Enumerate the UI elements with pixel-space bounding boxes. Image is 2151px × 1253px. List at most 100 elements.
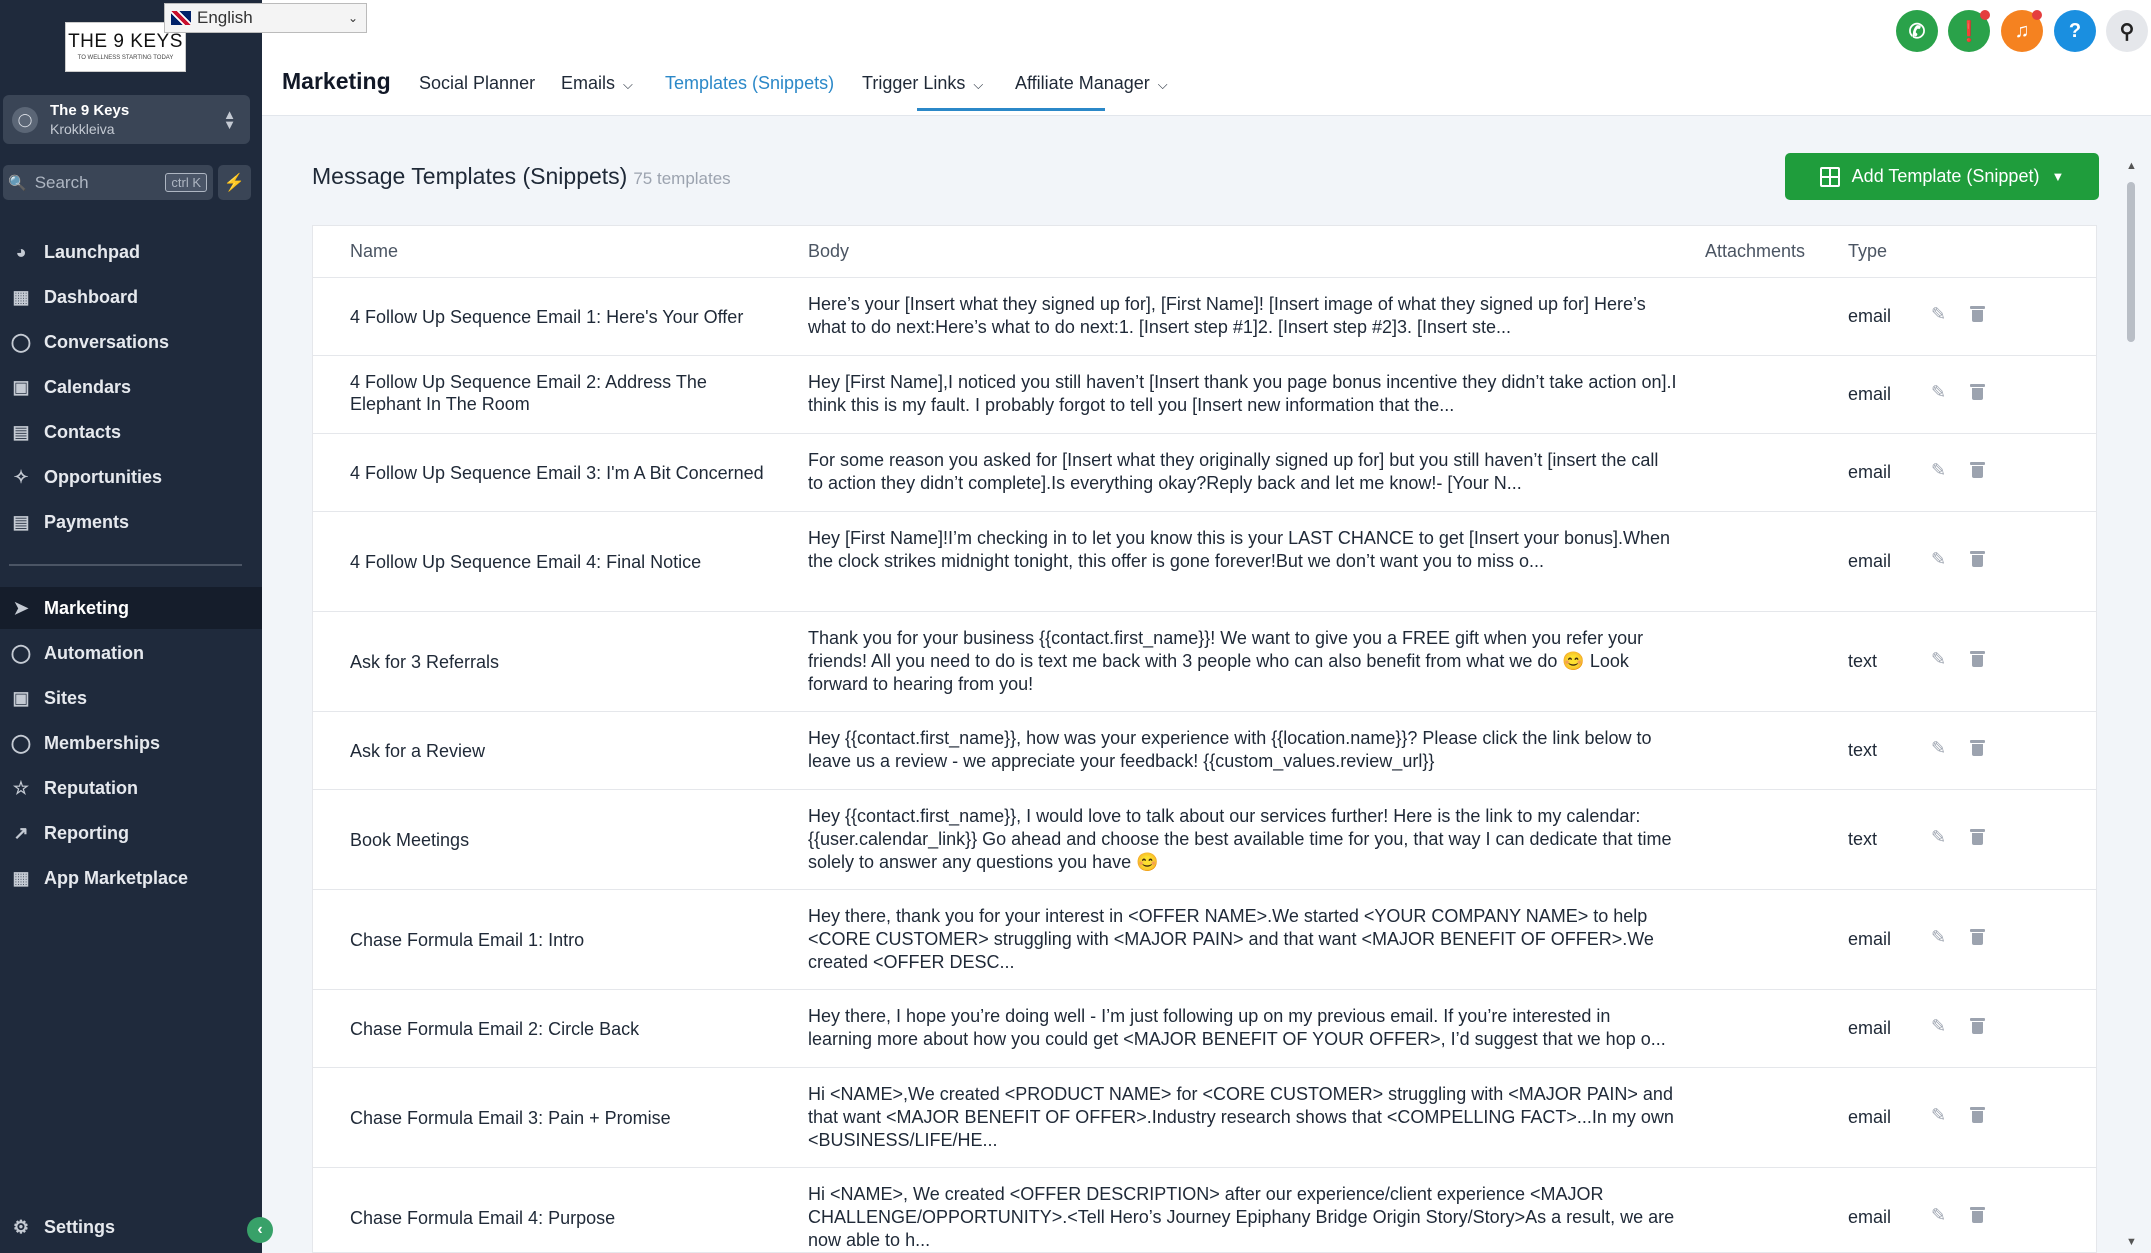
nav-reporting[interactable]: ↗ Reporting [0, 812, 262, 854]
notification-dot [1980, 10, 1990, 20]
table-row[interactable]: Chase Formula Email 2: Circle Back Hey t… [313, 990, 2096, 1068]
edit-icon[interactable]: ✎ [1931, 382, 1946, 403]
nav-marketing[interactable]: ➤ Marketing [0, 587, 262, 629]
chevron-down-icon: ⌄ [347, 11, 358, 25]
nav-label: Marketing [44, 597, 130, 618]
search-box[interactable]: 🔍 Search ctrl K [3, 165, 213, 200]
vertical-scrollbar[interactable]: ▲ ▼ [2124, 160, 2138, 1253]
trash-icon[interactable] [1970, 462, 1985, 478]
trash-icon[interactable] [1970, 1207, 1985, 1223]
template-type: email [1848, 462, 1892, 482]
table-row[interactable]: 4 Follow Up Sequence Email 3: I'm A Bit … [313, 434, 2096, 512]
template-body: Here’s your [Insert what they signed up … [808, 294, 1646, 337]
template-name[interactable]: Chase Formula Email 1: Intro [350, 929, 780, 951]
help-icon[interactable]: ? [2054, 10, 2096, 52]
tab-social-planner[interactable]: Social Planner [419, 73, 535, 94]
nav-label: Contacts [44, 421, 122, 442]
nav-calendars[interactable]: ▣ Calendars [0, 366, 262, 408]
nav-label: Conversations [44, 331, 170, 352]
scrollbar-thumb[interactable] [2127, 182, 2135, 342]
nav-reputation[interactable]: ☆ Reputation [0, 767, 262, 809]
phone-icon[interactable]: ✆ [1896, 10, 1938, 52]
trash-icon[interactable] [1970, 929, 1985, 945]
nav-dashboard[interactable]: ▦ Dashboard [0, 276, 262, 318]
table-row[interactable]: 4 Follow Up Sequence Email 1: Here's You… [313, 278, 2096, 356]
scroll-down-arrow-icon[interactable]: ▼ [2126, 1236, 2137, 1248]
edit-icon[interactable]: ✎ [1931, 304, 1946, 325]
trash-icon[interactable] [1970, 740, 1985, 756]
trash-icon[interactable] [1970, 651, 1985, 667]
table-row[interactable]: Chase Formula Email 1: Intro Hey there, … [313, 890, 2096, 990]
nav-payments[interactable]: ▤ Payments [0, 501, 262, 543]
language-select[interactable]: English ⌄ [164, 3, 367, 33]
template-body: Hi <NAME>, We created <OFFER DESCRIPTION… [808, 1184, 1675, 1250]
edit-icon[interactable]: ✎ [1931, 1105, 1946, 1126]
template-name[interactable]: 4 Follow Up Sequence Email 2: Address Th… [350, 371, 780, 415]
nav-automation[interactable]: ◯ Automation [0, 632, 262, 674]
column-header-name[interactable]: Name [350, 241, 398, 262]
add-template-button[interactable]: Add Template (Snippet) ▼ [1785, 153, 2099, 200]
edit-icon[interactable]: ✎ [1931, 649, 1946, 670]
nav-opportunities[interactable]: ✧ Opportunities [0, 456, 262, 498]
template-name[interactable]: Chase Formula Email 4: Purpose [350, 1207, 780, 1229]
template-name[interactable]: 4 Follow Up Sequence Email 1: Here's You… [350, 306, 780, 328]
trash-icon[interactable] [1970, 306, 1985, 322]
table-row[interactable]: 4 Follow Up Sequence Email 4: Final Noti… [313, 512, 2096, 612]
template-type: email [1848, 1018, 1892, 1038]
logo-title: THE 9 KEYS [68, 31, 183, 52]
trash-icon[interactable] [1970, 384, 1985, 400]
table-row[interactable]: Book Meetings Hey {{contact.first_name}}… [313, 790, 2096, 890]
nav-launchpad[interactable]: ◕ Launchpad [0, 231, 262, 273]
template-name[interactable]: Chase Formula Email 2: Circle Back [350, 1018, 780, 1040]
nav-app-marketplace[interactable]: ▦ App Marketplace [0, 857, 262, 899]
nav-contacts[interactable]: ▤ Contacts [0, 411, 262, 453]
table-row[interactable]: 4 Follow Up Sequence Email 2: Address Th… [313, 356, 2096, 434]
edit-icon[interactable]: ✎ [1931, 460, 1946, 481]
template-body: Hey {{contact.first_name}}, how was your… [808, 728, 1652, 771]
key-icon[interactable]: ⚲ [2106, 10, 2148, 52]
trash-icon[interactable] [1970, 1107, 1985, 1123]
edit-icon[interactable]: ✎ [1931, 738, 1946, 759]
tab-affiliate-manager[interactable]: Affiliate Manager ⌵ [1015, 73, 1168, 94]
template-body: Hey {{contact.first_name}}, I would love… [808, 806, 1672, 872]
nav-label: Dashboard [44, 286, 139, 307]
nav-label: Memberships [44, 732, 161, 753]
sidebar: THE 9 KEYS TO WELLNESS STARTING TODAY ◯ … [0, 0, 273, 1253]
quick-action-bolt-icon[interactable]: ⚡ [218, 165, 251, 200]
trash-icon[interactable] [1970, 551, 1985, 567]
template-name[interactable]: Chase Formula Email 3: Pain + Promise [350, 1107, 780, 1129]
table-row[interactable]: Ask for a Review Hey {{contact.first_nam… [313, 712, 2096, 790]
edit-icon[interactable]: ✎ [1931, 549, 1946, 570]
template-name[interactable]: Book Meetings [350, 829, 780, 851]
edit-icon[interactable]: ✎ [1931, 927, 1946, 948]
template-name[interactable]: 4 Follow Up Sequence Email 4: Final Noti… [350, 551, 780, 573]
tab-emails[interactable]: Emails ⌵ [561, 73, 633, 94]
collapse-sidebar-icon[interactable]: ‹ [247, 1217, 273, 1243]
search-placeholder: Search [34, 172, 89, 192]
tab-trigger-links[interactable]: Trigger Links ⌵ [862, 73, 983, 94]
edit-icon[interactable]: ✎ [1931, 1016, 1946, 1037]
templates-table: Name Body Attachments Type 4 Follow Up S… [312, 225, 2097, 1253]
trash-icon[interactable] [1970, 1018, 1985, 1034]
nav-sites[interactable]: ▣ Sites [0, 677, 262, 719]
template-name[interactable]: Ask for a Review [350, 740, 780, 762]
template-name[interactable]: Ask for 3 Referrals [350, 651, 780, 673]
table-row[interactable]: Chase Formula Email 3: Pain + Promise Hi… [313, 1068, 2096, 1168]
account-switcher[interactable]: ◯ The 9 Keys Krokkleiva ▲ ▼ [3, 95, 250, 144]
template-type: email [1848, 1107, 1892, 1127]
nav-conversations[interactable]: ◯ Conversations [0, 321, 262, 363]
nav-settings[interactable]: ⚙ Settings [0, 1206, 262, 1248]
tab-templates[interactable]: Templates (Snippets) [665, 73, 834, 94]
nav-label: Reporting [44, 822, 129, 843]
table-row[interactable]: Ask for 3 Referrals Thank you for your b… [313, 612, 2096, 712]
scroll-up-arrow-icon[interactable]: ▲ [2126, 160, 2137, 172]
trash-icon[interactable] [1970, 829, 1985, 845]
template-body: Hey [First Name]!I’m checking in to let … [808, 528, 1671, 571]
edit-icon[interactable]: ✎ [1931, 1205, 1946, 1226]
chevron-updown-icon: ▲ ▼ [223, 106, 236, 132]
nav-memberships[interactable]: ◯ Memberships [0, 722, 262, 764]
template-name[interactable]: 4 Follow Up Sequence Email 3: I'm A Bit … [350, 462, 780, 484]
edit-icon[interactable]: ✎ [1931, 827, 1946, 848]
table-row[interactable]: Chase Formula Email 4: Purpose Hi <NAME>… [313, 1168, 2096, 1252]
tab-label: Social Planner [419, 73, 536, 93]
